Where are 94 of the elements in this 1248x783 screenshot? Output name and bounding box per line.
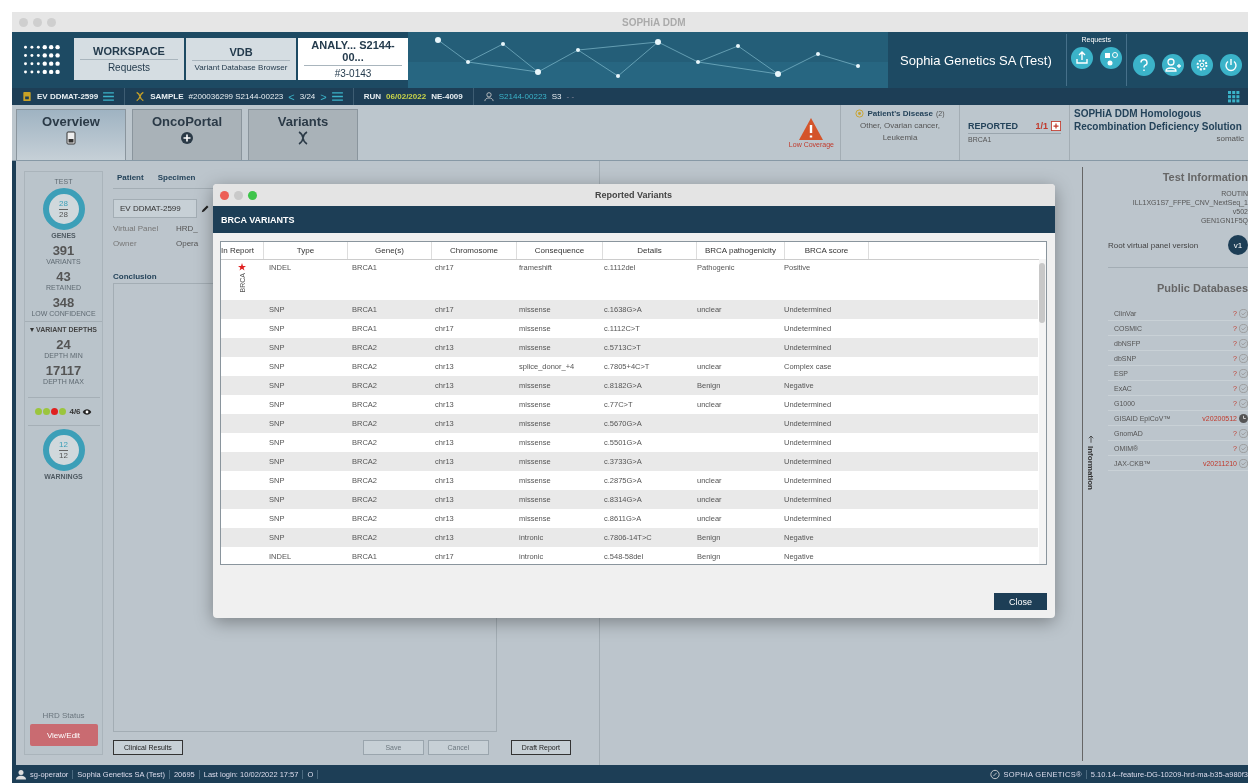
case-id: EV DDMAT-2599	[37, 92, 99, 101]
stat-value: 17117	[45, 363, 82, 378]
user-sample-suffix: S3	[551, 92, 562, 101]
brand-logo-icon	[989, 768, 1000, 780]
plus-circle-icon	[180, 131, 194, 145]
more-indicator: - -	[566, 92, 575, 101]
qc-count: 4/6	[69, 407, 81, 416]
dialog-heading: BRCA VARIANTS	[213, 206, 1055, 233]
run-date: 06/02/2022	[386, 92, 427, 101]
field-label: Owner	[113, 239, 138, 248]
settings-icon[interactable]	[1190, 54, 1213, 76]
sub-tab[interactable]: Patient	[113, 173, 144, 182]
sample-id: #200036299 S2144-00223	[188, 92, 284, 101]
window-title: SOPHiA DDM	[622, 16, 686, 28]
stat-value: 24	[56, 337, 71, 352]
reported-count: 1/1	[1035, 121, 1048, 131]
check-icon	[1239, 398, 1248, 408]
close-window-button[interactable]	[220, 190, 229, 200]
solution-title: SOPHiA DDM Homologous Recombination Deficiency Solution	[1074, 107, 1243, 133]
help-icon[interactable]	[1132, 54, 1155, 76]
sample-label: SAMPLE	[150, 92, 184, 101]
warning-icon	[798, 117, 824, 141]
eye-icon[interactable]	[81, 407, 92, 416]
column-header[interactable]: BRCA score	[785, 242, 869, 259]
sample-position: 3/24	[299, 92, 316, 101]
column-header[interactable]: BRCA pathogenicity	[697, 242, 785, 259]
check-icon	[1239, 383, 1248, 393]
field-value: Opera	[176, 239, 199, 248]
share-nodes-icon[interactable]	[1099, 47, 1122, 69]
nav-tab[interactable]: VDB Variant Database Browser	[186, 38, 296, 80]
test-information-title: Test Information	[1161, 171, 1248, 183]
column-header[interactable]: Type	[264, 242, 348, 259]
next-sample-link[interactable]: >	[320, 90, 327, 103]
menu-icon[interactable]	[331, 92, 343, 101]
field-label: Virtual Panel	[113, 224, 160, 233]
column-header[interactable]: Details	[603, 242, 697, 259]
add-user-icon[interactable]	[1161, 54, 1184, 76]
sub-tab[interactable]: Specimen	[153, 173, 196, 182]
stat-value: 43	[56, 269, 71, 284]
version-badge: v1	[1228, 235, 1248, 255]
field-value: HRD_	[176, 224, 198, 233]
view-tab[interactable]: Variants	[248, 109, 358, 160]
stat-value: 348	[52, 295, 75, 310]
view-edit-button[interactable]: View/Edit	[29, 724, 98, 746]
run-label: RUN	[363, 92, 382, 101]
root-version-label: Root virtual panel version	[1108, 240, 1199, 250]
person-icon	[483, 91, 494, 102]
user-icon	[16, 768, 26, 780]
close-button[interactable]: Close	[994, 593, 1047, 610]
public-databases-title: Public Databases	[1155, 282, 1248, 294]
disease-title: Patient's Disease	[867, 109, 933, 118]
column-header[interactable]: Gene(s)	[348, 242, 432, 259]
check-icon	[1239, 428, 1248, 438]
power-icon[interactable]	[1219, 54, 1242, 76]
nav-tab[interactable]: ANALY... S2144-00... #3-0143	[298, 38, 408, 80]
check-icon	[1239, 353, 1248, 363]
check-icon	[1239, 323, 1248, 333]
warnings-ring: 12 12	[42, 429, 85, 471]
nav-tab[interactable]: WORKSPACE Requests	[74, 38, 184, 80]
upload-icon[interactable]	[1070, 47, 1093, 69]
document-icon	[22, 91, 32, 102]
solution-mode: somatic	[1215, 134, 1245, 143]
check-icon	[1239, 338, 1248, 348]
stat-value: 391	[52, 243, 75, 258]
disease-list: Other, Ovarian cancer, Leukemia	[841, 118, 959, 144]
previous-sample-link[interactable]: <	[288, 90, 295, 103]
menu-icon[interactable]	[103, 92, 115, 101]
column-header[interactable]: Consequence	[517, 242, 603, 259]
check-icon	[1239, 458, 1248, 468]
hrd-status-label: HRD Status	[42, 711, 85, 720]
view-tab[interactable]: OncoPortal	[132, 109, 242, 160]
check-icon	[1239, 308, 1248, 318]
add-report-icon[interactable]	[1051, 121, 1061, 131]
check-icon	[1239, 443, 1248, 453]
dna-icon	[135, 91, 146, 102]
information-tab[interactable]: Information	[1086, 446, 1095, 490]
check-icon	[1239, 368, 1248, 378]
organization-name: Sophia Genetics SA (Test)	[899, 52, 1053, 68]
run-id: NE-4009	[431, 92, 463, 101]
reported-label: REPORTED	[968, 121, 1019, 131]
column-header[interactable]: Chromosome	[432, 242, 517, 259]
target-icon	[855, 109, 865, 118]
genes-ring: 28 28	[42, 188, 85, 230]
app-grid-icon[interactable]	[1228, 90, 1240, 103]
dialog-title: Reported Variants	[595, 190, 673, 200]
pencil-icon[interactable]	[201, 204, 210, 213]
dna-icon	[296, 131, 310, 145]
document-icon	[64, 131, 78, 145]
case-name-field[interactable]: EV DDMAT-2599	[113, 199, 197, 218]
clock-icon	[1239, 413, 1248, 423]
view-tab[interactable]: Overview	[16, 109, 126, 160]
user-sample-id: S2144-00223	[498, 92, 547, 101]
up-arrow-icon[interactable]	[1087, 435, 1094, 443]
column-header[interactable]: In Report	[221, 242, 264, 259]
